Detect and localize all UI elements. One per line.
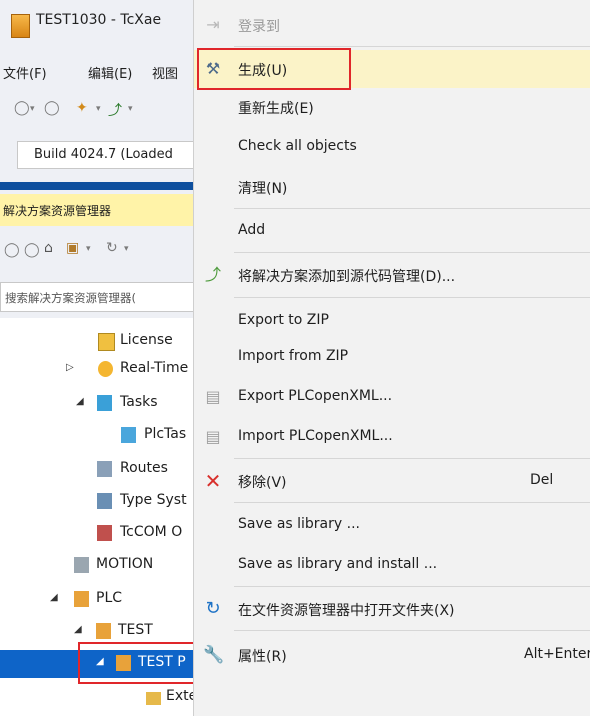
menu-separator — [234, 46, 590, 47]
menu-separator — [234, 630, 590, 631]
tree-item-external-types[interactable]: External Types — [0, 684, 268, 712]
menu-separator — [234, 586, 590, 587]
motion-icon — [74, 557, 89, 573]
type-system-icon — [97, 493, 112, 509]
menu-item-clean[interactable]: 清理(N) — [194, 168, 590, 206]
folder-icon — [146, 692, 161, 705]
task-icon — [121, 427, 136, 443]
tree-item-tccom[interactable]: TcCOM O — [0, 520, 205, 548]
tree-item-realtime[interactable]: ▷ Real-Time — [0, 356, 205, 384]
collapse-arrow-icon[interactable]: ◢ — [50, 592, 58, 603]
menu-item-import-plcopenxml[interactable]: ▤ Import PLCopenXML... — [194, 418, 590, 456]
menu-separator — [234, 458, 590, 459]
menu-item-login[interactable]: ⇥ 登录到 — [194, 6, 590, 44]
remove-icon: ✕ — [204, 469, 222, 493]
main-toolbar: ◯ ▾ ◯ ✦ ▾ ⤴ ▾ — [0, 96, 205, 122]
realtime-icon — [98, 361, 113, 377]
dropdown-icon[interactable]: ▾ — [96, 104, 101, 114]
dropdown-icon[interactable]: ▾ — [124, 244, 129, 254]
menu-bar: 文件(F) 编辑(E) 视图 — [0, 58, 205, 86]
menu-item-remove[interactable]: ✕ 移除(V) Del — [194, 462, 590, 500]
collapse-arrow-icon[interactable]: ◢ — [74, 624, 82, 635]
menu-item-import-zip[interactable]: Import from ZIP — [194, 338, 590, 376]
import-xml-icon: ▤ — [205, 427, 221, 446]
tree-item-motion[interactable]: MOTION — [0, 552, 205, 580]
login-icon: ⇥ — [206, 15, 220, 34]
menu-item-rebuild[interactable]: 重新生成(E) — [194, 88, 590, 126]
license-icon — [98, 333, 115, 351]
menu-item-check-all-objects[interactable]: Check all objects — [194, 128, 590, 166]
menu-item-save-as-library[interactable]: Save as library ... — [194, 506, 590, 544]
menu-item-add-to-source-control[interactable]: ⤴ 将解决方案添加到源代码管理(D)... — [194, 256, 590, 294]
twincat-logo-icon — [11, 14, 30, 38]
solution-search-input[interactable]: 搜索解决方案资源管理器( — [0, 282, 205, 312]
menu-file[interactable]: 文件(F) — [3, 63, 47, 82]
add-item-icon[interactable]: ⤴ — [108, 100, 122, 120]
expand-arrow-icon[interactable]: ▷ — [66, 362, 74, 373]
refresh-icon: ↻ — [205, 598, 221, 619]
menu-edit[interactable]: 编辑(E) — [88, 63, 132, 82]
forward-icon[interactable]: ◯ — [24, 242, 40, 258]
tasks-icon — [97, 395, 112, 411]
dropdown-icon[interactable]: ▾ — [128, 104, 133, 114]
context-menu: ⇥ 登录到 ⚒ 生成(U) 重新生成(E) Check all objects … — [193, 0, 590, 716]
annotation-highlight-build — [197, 48, 351, 90]
routes-icon — [97, 461, 112, 477]
tccom-icon — [97, 525, 112, 541]
menu-separator — [234, 208, 590, 209]
tree-item-routes[interactable]: Routes — [0, 456, 205, 484]
properties-icon: 🔧 — [203, 645, 225, 665]
menu-view[interactable]: 视图 — [152, 63, 178, 82]
project-icon — [96, 623, 111, 639]
home-icon[interactable]: ⌂ — [44, 240, 53, 256]
dropdown-icon[interactable]: ▾ — [30, 104, 35, 114]
panel-title: 解决方案资源管理器 — [3, 204, 112, 218]
shortcut-alt-enter: Alt+Enter — [524, 646, 590, 662]
source-control-icon: ⤴ — [204, 265, 221, 284]
history-icon[interactable]: ↻ — [106, 240, 118, 256]
accent-strip — [0, 182, 205, 190]
ide-window: TEST1030 - TcXae 文件(F) 编辑(E) 视图 ◯ ▾ ◯ ✦ … — [0, 0, 268, 716]
new-project-icon[interactable]: ✦ — [76, 100, 88, 116]
tree-item-plc[interactable]: ◢ PLC — [0, 586, 205, 614]
build-info-box: Build 4024.7 (Loaded — [17, 141, 205, 169]
tree-item-license[interactable]: License — [0, 328, 205, 356]
export-xml-icon: ▤ — [205, 387, 221, 406]
sync-icon[interactable]: ▣ — [66, 240, 79, 256]
window-title: TEST1030 - TcXae — [36, 12, 162, 28]
solution-explorer-toolbar: ◯ ◯ ⌂ ▣ ▾ ↻ ▾ — [0, 232, 205, 266]
dropdown-icon[interactable]: ▾ — [86, 244, 91, 254]
menu-item-add[interactable]: Add — [194, 212, 590, 250]
title-bar: TEST1030 - TcXae — [0, 0, 205, 40]
back-icon[interactable]: ◯ — [4, 242, 20, 258]
menu-item-save-as-library-install[interactable]: Save as library and install ... — [194, 546, 590, 584]
back-icon[interactable]: ◯ — [14, 100, 30, 116]
menu-separator — [234, 252, 590, 253]
menu-separator — [234, 297, 590, 298]
menu-item-properties[interactable]: 🔧 属性(R) Alt+Enter — [194, 636, 590, 674]
tree-item-tasks[interactable]: ◢ Tasks — [0, 390, 205, 418]
menu-item-open-in-explorer[interactable]: ↻ 在文件资源管理器中打开文件夹(X) — [194, 590, 590, 628]
forward-icon[interactable]: ◯ — [44, 100, 60, 116]
collapse-arrow-icon[interactable]: ◢ — [76, 396, 84, 407]
solution-explorer-header: 解决方案资源管理器 — [0, 194, 205, 226]
shortcut-del: Del — [530, 472, 554, 488]
menu-item-export-plcopenxml[interactable]: ▤ Export PLCopenXML... — [194, 378, 590, 416]
menu-item-export-zip[interactable]: Export to ZIP — [194, 302, 590, 340]
tree-item-type-system[interactable]: Type Syst — [0, 488, 205, 516]
plc-icon — [74, 591, 89, 607]
tree-item-plctask[interactable]: PlcTas — [0, 422, 205, 450]
menu-separator — [234, 502, 590, 503]
